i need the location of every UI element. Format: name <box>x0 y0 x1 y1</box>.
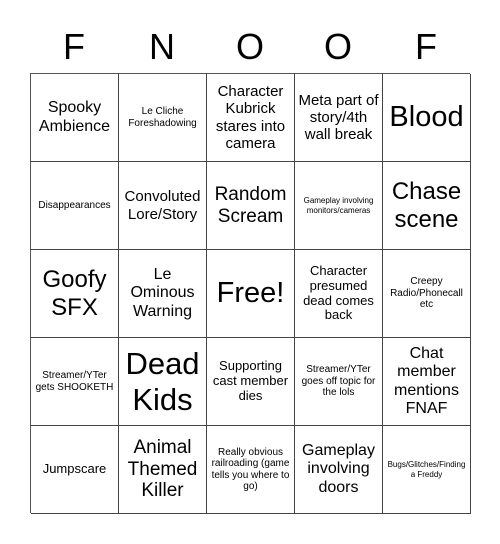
bingo-cell[interactable]: Random Scream <box>207 162 295 250</box>
bingo-cell[interactable]: Dead Kids <box>119 338 207 426</box>
bingo-cell[interactable]: Le Ominous Warning <box>119 250 207 338</box>
bingo-cell[interactable]: Gameplay involving doors <box>295 426 383 514</box>
bingo-cell[interactable]: Bugs/Glitches/Finding a Freddy <box>383 426 471 514</box>
bingo-header: F N O O F <box>30 20 470 73</box>
header-letter: F <box>63 26 85 67</box>
bingo-cell[interactable]: Jumpscare <box>31 426 119 514</box>
bingo-cell[interactable]: Goofy SFX <box>31 250 119 338</box>
bingo-cell[interactable]: Convoluted Lore/Story <box>119 162 207 250</box>
bingo-cell[interactable]: Disappearances <box>31 162 119 250</box>
bingo-cell[interactable]: Gameplay involving monitors/cameras <box>295 162 383 250</box>
bingo-cell[interactable]: Really obvious railroading (game tells y… <box>207 426 295 514</box>
bingo-cell[interactable]: Chase scene <box>383 162 471 250</box>
bingo-cell[interactable]: Le Cliche Foreshadowing <box>119 74 207 162</box>
header-letter: F <box>415 26 437 67</box>
bingo-cell[interactable]: Character presumed dead comes back <box>295 250 383 338</box>
bingo-cell[interactable]: Chat member mentions FNAF <box>383 338 471 426</box>
bingo-cell[interactable]: Spooky Ambience <box>31 74 119 162</box>
bingo-cell[interactable]: Meta part of story/4th wall break <box>295 74 383 162</box>
bingo-board: Spooky Ambience Le Cliche Foreshadowing … <box>30 73 471 514</box>
header-letter: N <box>149 26 175 67</box>
bingo-cell[interactable]: Supporting cast member dies <box>207 338 295 426</box>
bingo-cell[interactable]: Character Kubrick stares into camera <box>207 74 295 162</box>
bingo-cell[interactable]: Streamer/YTer goes off topic for the lol… <box>295 338 383 426</box>
free-space[interactable]: Free! <box>207 250 295 338</box>
bingo-cell[interactable]: Creepy Radio/Phonecall etc <box>383 250 471 338</box>
header-letter: O <box>323 26 352 67</box>
bingo-cell[interactable]: Animal Themed Killer <box>119 426 207 514</box>
header-letter: O <box>235 26 264 67</box>
bingo-cell[interactable]: Blood <box>383 74 471 162</box>
bingo-cell[interactable]: Streamer/YTer gets SHOOKETH <box>31 338 119 426</box>
